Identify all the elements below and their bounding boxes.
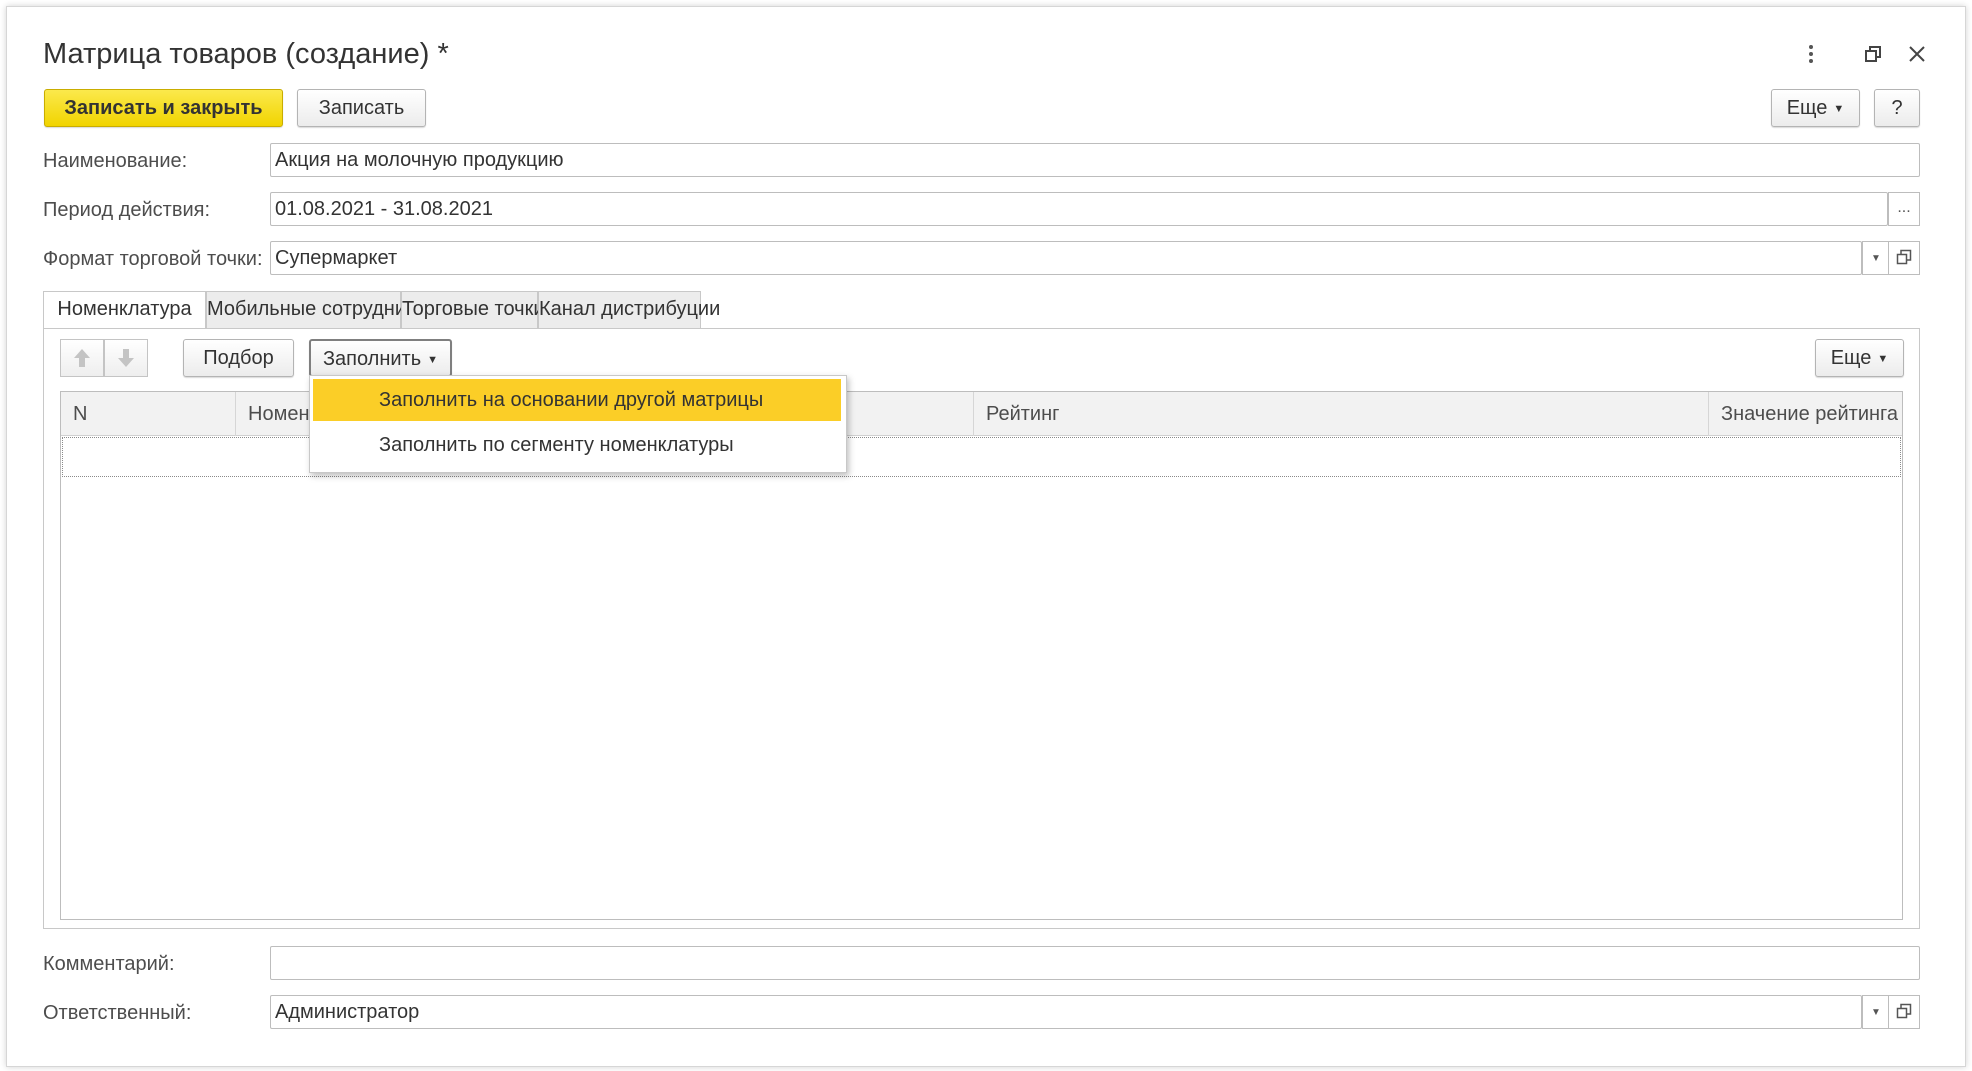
- open-in-window-icon: [1896, 249, 1912, 265]
- chevron-down-icon: ▼: [427, 353, 439, 366]
- tab-mobile-staff[interactable]: Мобильные сотрудники: [206, 291, 426, 328]
- page-title: Матрица товаров (создание) *: [43, 38, 449, 70]
- table-more-label: Еще: [1830, 347, 1872, 369]
- more-actions-icon[interactable]: [1799, 42, 1823, 66]
- period-select-button[interactable]: ...: [1888, 192, 1920, 226]
- chevron-down-icon: ▼: [1833, 102, 1845, 115]
- move-down-button[interactable]: [104, 339, 148, 377]
- fill-button[interactable]: Заполнить ▼: [309, 339, 452, 377]
- tab-outlets[interactable]: Торговые точки: [401, 291, 545, 328]
- open-in-window-icon: [1896, 1003, 1912, 1019]
- column-n[interactable]: N: [61, 392, 235, 436]
- tab-distribution-channel[interactable]: Канал дистрибуции: [538, 291, 720, 328]
- move-up-button[interactable]: [60, 339, 104, 377]
- save-and-close-button[interactable]: Записать и закрыть: [44, 89, 283, 127]
- help-button[interactable]: ?: [1874, 89, 1920, 127]
- responsible-label: Ответственный:: [43, 1002, 192, 1024]
- arrow-down-icon: [118, 349, 134, 367]
- format-open-button[interactable]: [1888, 241, 1920, 275]
- fill-dropdown-menu: Заполнить на основании другой матрицы За…: [309, 375, 847, 473]
- comment-label: Комментарий:: [43, 953, 175, 975]
- chevron-down-icon: ▼: [1877, 352, 1889, 365]
- menu-item-fill-from-matrix[interactable]: Заполнить на основании другой матрицы: [313, 379, 841, 421]
- comment-field[interactable]: [270, 946, 1920, 980]
- close-icon[interactable]: [1905, 42, 1929, 66]
- more-button-label: Еще: [1786, 97, 1828, 119]
- select-button[interactable]: Подбор: [183, 339, 294, 377]
- column-rating-value[interactable]: Значение рейтинга: [1708, 392, 1902, 436]
- chevron-down-icon: ▼: [1871, 253, 1881, 264]
- responsible-open-button[interactable]: [1888, 995, 1920, 1029]
- format-label: Формат торговой точки:: [43, 248, 263, 270]
- restore-window-icon[interactable]: [1861, 42, 1885, 66]
- more-button[interactable]: Еще ▼: [1771, 89, 1860, 127]
- chevron-down-icon: ▼: [1871, 1007, 1881, 1018]
- arrow-up-icon: [74, 349, 90, 367]
- format-dropdown-button[interactable]: ▼: [1862, 241, 1890, 275]
- period-label: Период действия:: [43, 199, 211, 221]
- format-field[interactable]: Супермаркет: [270, 241, 1862, 275]
- period-field[interactable]: 01.08.2021 - 31.08.2021: [270, 192, 1888, 226]
- name-field[interactable]: Акция на молочную продукцию: [270, 143, 1920, 177]
- responsible-dropdown-button[interactable]: ▼: [1862, 995, 1890, 1029]
- fill-button-label: Заполнить: [322, 348, 422, 370]
- save-button[interactable]: Записать: [297, 89, 426, 127]
- column-rating[interactable]: Рейтинг: [973, 392, 1708, 436]
- table-more-button[interactable]: Еще ▼: [1815, 339, 1904, 377]
- name-label: Наименование:: [43, 150, 188, 172]
- menu-item-fill-by-segment[interactable]: Заполнить по сегменту номенклатуры: [313, 424, 841, 466]
- tab-nomenclature[interactable]: Номенклатура: [43, 291, 206, 329]
- responsible-field[interactable]: Администратор: [270, 995, 1862, 1029]
